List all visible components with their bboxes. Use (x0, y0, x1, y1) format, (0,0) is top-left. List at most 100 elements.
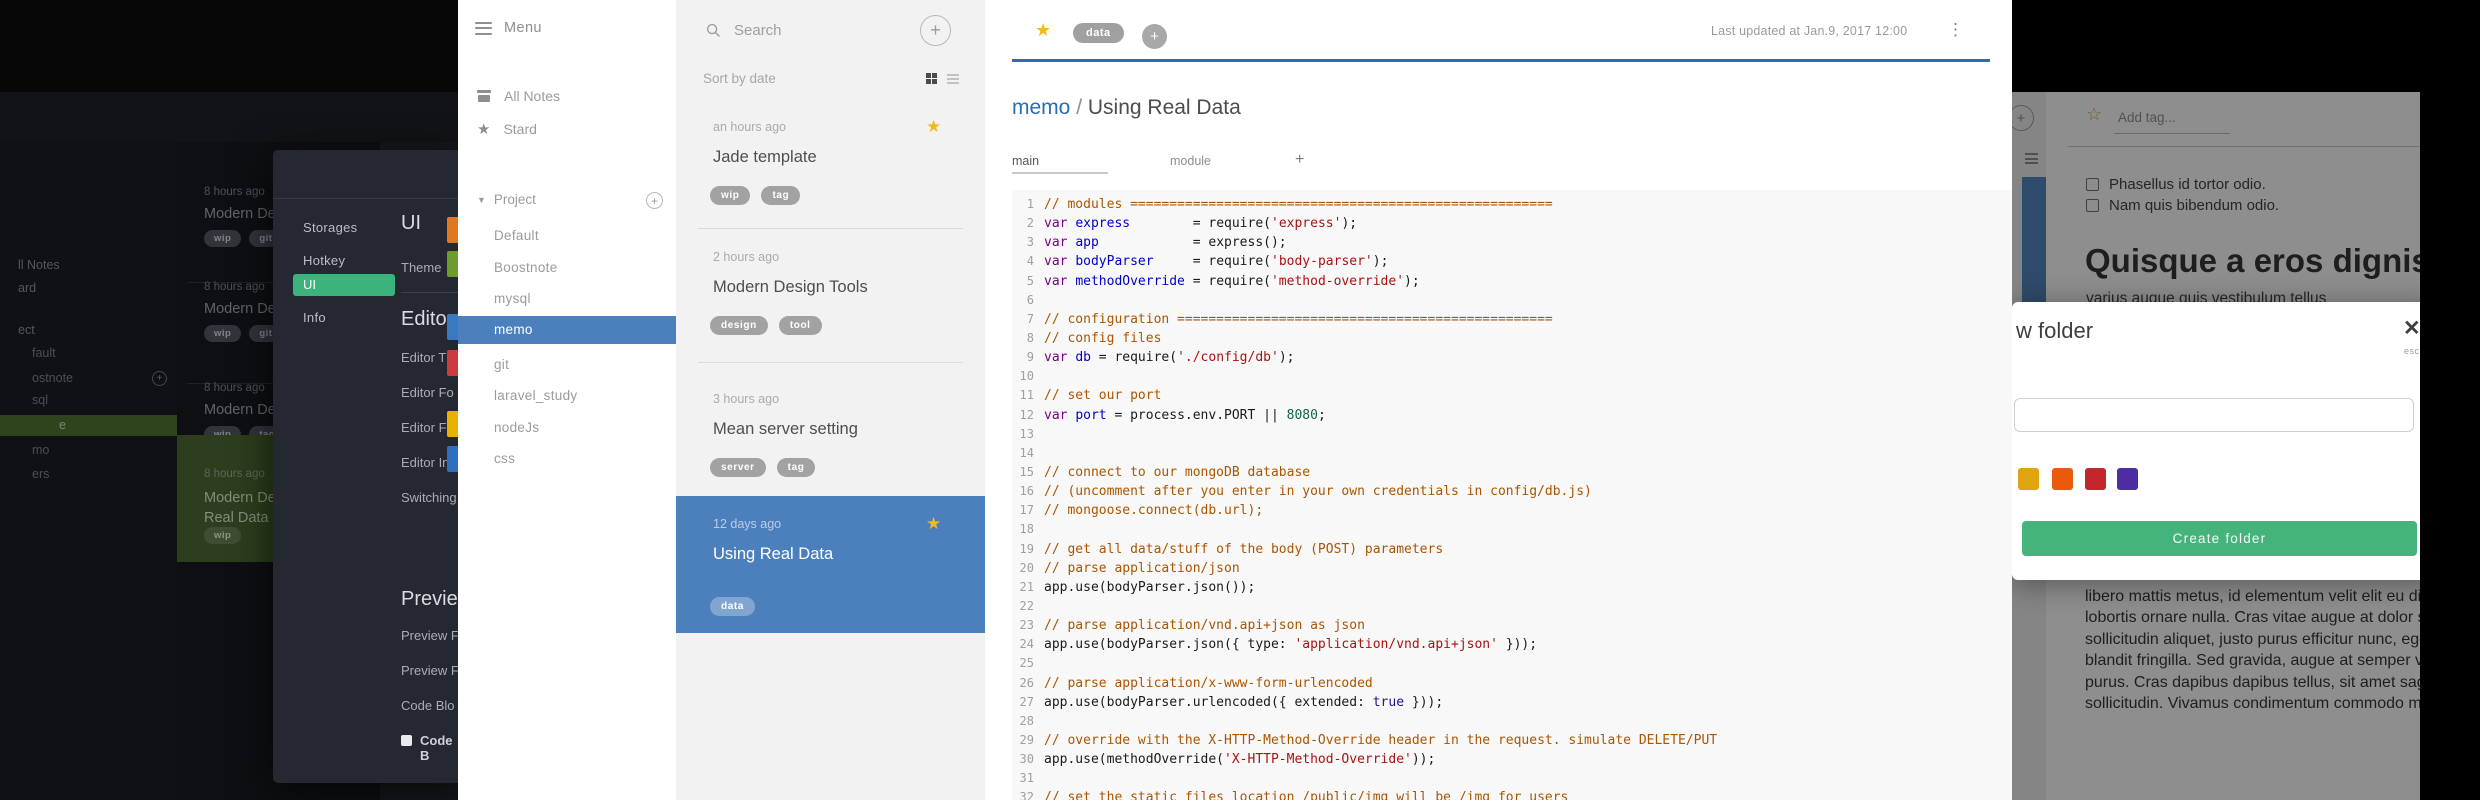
close-icon[interactable]: ✕ (2403, 316, 2421, 341)
settings-menu-item-hotkey[interactable]: Hotkey (303, 253, 345, 268)
note-card[interactable]: 3 hours ago Mean server setting server tag (676, 384, 985, 496)
code-token: express (1075, 216, 1131, 232)
code-line: 10 (1012, 367, 2012, 386)
tab-main[interactable]: main (1012, 154, 1039, 168)
view-toggle[interactable] (926, 73, 959, 84)
code-token: ); (1372, 254, 1389, 270)
dark-project-label[interactable]: ect (18, 323, 35, 337)
sidebar-item-default[interactable]: Default (458, 222, 676, 250)
folder-color-swatch[interactable] (2052, 468, 2073, 490)
dark-folder-item[interactable]: fault (32, 346, 56, 360)
code-token: ; (1317, 407, 1326, 423)
new-note-button[interactable]: + (920, 15, 951, 46)
note-star-icon[interactable]: ★ (926, 117, 941, 137)
create-folder-button[interactable]: Create folder (2022, 521, 2417, 556)
settings-menu-item-info[interactable]: Info (303, 310, 326, 325)
breadcrumb-folder[interactable]: memo (1012, 96, 1070, 119)
code-token: // override with the X-HTTP-Method-Overr… (1044, 732, 1718, 748)
sidebar-item-starred[interactable]: ★ Stard (477, 121, 537, 137)
code-token: var (1044, 216, 1068, 232)
settings-dialog: Storages Hotkey UI Info UI Theme Editor Edi… (273, 150, 458, 783)
settings-row[interactable]: Code Blo (401, 698, 454, 713)
code-text: app.use(methodOverride('X-HTTP-Method-Ov… (1044, 752, 1435, 767)
dark-add-folder-button[interactable]: + (152, 371, 167, 386)
sidebar-item-mysql[interactable]: mysql (458, 285, 676, 313)
sidebar-item-css[interactable]: css (458, 445, 676, 473)
sidebar-item-nodejs[interactable]: nodeJs (458, 414, 676, 442)
code-token: })); (1497, 637, 1538, 653)
sidebar-item-boostnote[interactable]: Boostnote (458, 254, 676, 282)
tab-module[interactable]: module (1170, 154, 1211, 168)
note-title: Using Real Data (713, 545, 834, 563)
folder-color-swatch[interactable] (2018, 468, 2039, 490)
list-view-icon[interactable] (947, 73, 959, 84)
line-number: 27 (1019, 694, 1034, 709)
sidebar-item-laravel_study[interactable]: laravel_study (458, 382, 676, 410)
tag-pill: tag (776, 458, 816, 477)
sidebar-item-memo[interactable]: memo (458, 316, 676, 344)
add-tag-button[interactable]: + (1142, 24, 1167, 49)
dark-folder-item-selected[interactable]: e (0, 415, 177, 436)
note-card[interactable]: 2 hours ago Modern Design Tools design tool (676, 242, 985, 362)
settings-menu-item-ui[interactable]: UI (293, 274, 395, 296)
tag-pill: data (710, 597, 755, 616)
dark-note-title: Modern Des (204, 206, 283, 222)
menu-button[interactable]: Menu (475, 20, 542, 36)
note-card[interactable]: an hours ago ★ Jade template wip tag (676, 112, 985, 228)
settings-checkbox-label: Code B (420, 733, 453, 763)
code-text: // mongoose.connect(db.url); (1044, 503, 1263, 518)
dark-tag-pill: wip (204, 527, 242, 544)
add-folder-button[interactable]: + (646, 192, 663, 209)
note-star-icon[interactable]: ★ (1035, 21, 1051, 39)
code-editor[interactable]: 1 // modules ============================… (1012, 190, 2012, 800)
settings-row[interactable]: Editor Fo (401, 385, 454, 400)
folder-name-input[interactable] (2014, 398, 2414, 432)
dark-folder-item[interactable]: ers (32, 467, 49, 481)
code-line: 12 var port = process.env.PORT || 8080; (1012, 406, 2012, 425)
code-line: 26 // parse application/x-www-form-urlenc… (1012, 674, 2012, 693)
code-line: 18 (1012, 520, 2012, 539)
settings-row[interactable]: Preview F (401, 663, 458, 678)
dark-folder-item[interactable]: mo (32, 443, 49, 457)
code-token: 'application/vnd.api+json' (1294, 637, 1498, 653)
settings-row[interactable]: Switching (401, 490, 457, 505)
note-tag-pill[interactable]: data (1073, 23, 1124, 43)
settings-row[interactable]: Editor Fo (401, 420, 454, 435)
search-placeholder: Search (734, 22, 782, 39)
dark-sidebar-item[interactable]: ll Notes (18, 258, 60, 272)
code-text: // parse application/json (1044, 561, 1240, 576)
tag-pill: wip (710, 186, 751, 205)
dark-folder-item[interactable]: ostnote (32, 371, 73, 385)
dark-note-time: 8 hours ago (204, 468, 265, 480)
note-time: 12 days ago (713, 517, 782, 531)
line-number: 26 (1019, 675, 1034, 690)
line-number: 8 (1026, 330, 1034, 345)
dark-folder-item[interactable]: sql (32, 393, 48, 407)
search-input[interactable]: Search (706, 22, 782, 39)
code-line: 6 (1012, 291, 2012, 310)
code-token: = process.env.PORT || (1106, 407, 1287, 423)
settings-checkbox[interactable] (401, 735, 412, 746)
sort-by-label[interactable]: Sort by date (703, 71, 776, 86)
code-text: // parse application/vnd.api+json as jso… (1044, 618, 1365, 633)
folder-color-swatch[interactable] (2117, 468, 2138, 490)
code-token: true (1372, 694, 1405, 710)
note-star-icon[interactable]: ★ (926, 514, 941, 534)
dark-sidebar-item[interactable]: ard (18, 281, 36, 295)
settings-row[interactable]: Preview F (401, 628, 458, 643)
kebab-menu-icon[interactable]: ⋮ (1947, 20, 1964, 40)
line-number: 23 (1019, 618, 1034, 633)
sidebar-item-git[interactable]: git (458, 351, 676, 379)
settings-divider (401, 292, 458, 293)
line-number: 32 (1019, 790, 1034, 800)
settings-theme-row[interactable]: Theme (401, 260, 441, 275)
settings-menu-item-storages[interactable]: Storages (303, 220, 357, 235)
code-text: // parse application/x-www-form-urlencod… (1044, 676, 1373, 691)
grid-view-icon[interactable] (926, 73, 937, 84)
sidebar-item-all-notes[interactable]: All Notes (477, 88, 560, 104)
add-snippet-tab-button[interactable]: + (1295, 151, 1304, 169)
folder-color-swatch[interactable] (2085, 468, 2106, 490)
code-token: var (1044, 254, 1068, 270)
note-card[interactable]: 12 days ago ★ Using Real Data data (676, 496, 985, 633)
sidebar-project-header[interactable]: ▼ Project (477, 192, 536, 207)
